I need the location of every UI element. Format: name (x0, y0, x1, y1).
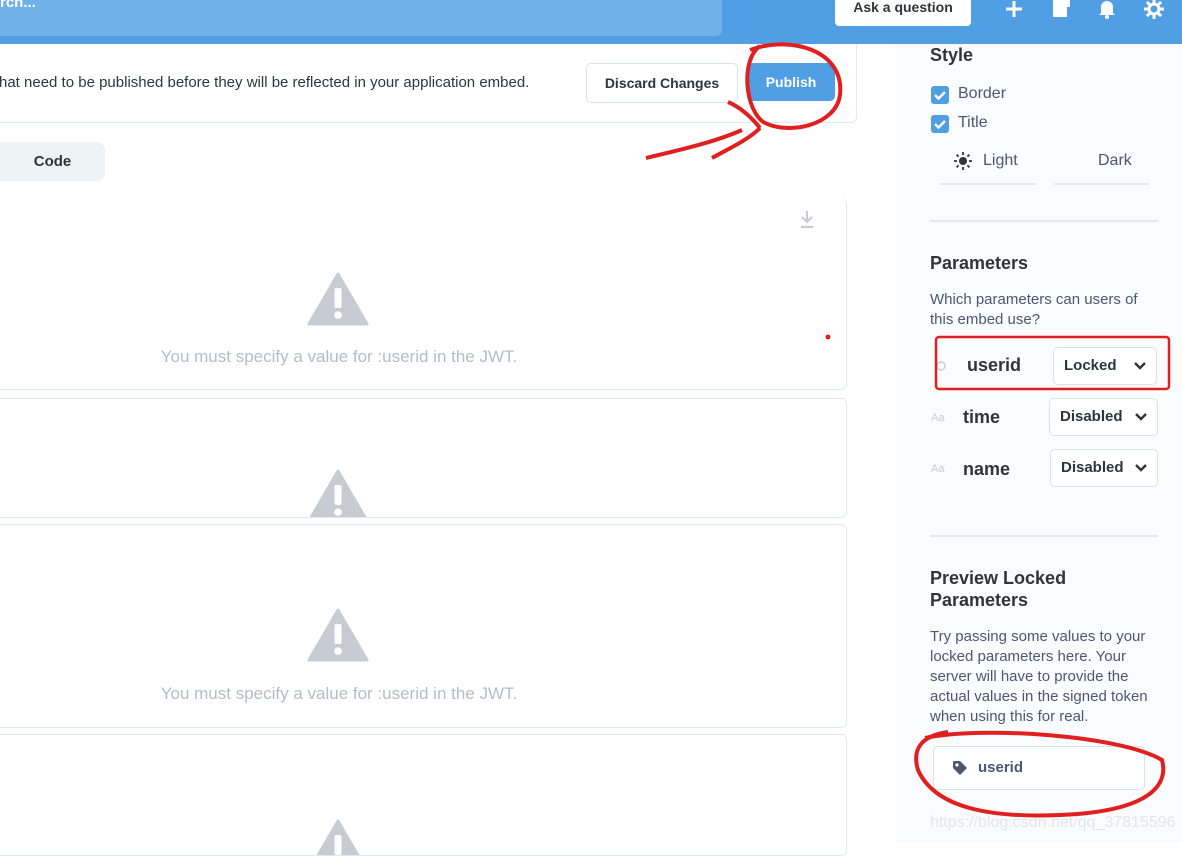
search-input-text: rch... (0, 0, 36, 11)
parameters-description: Which parameters can users of this embed… (930, 291, 1138, 328)
dark-theme-option[interactable]: Dark (1054, 143, 1149, 185)
document-icon[interactable] (1050, 0, 1072, 20)
param-name-userid: userid (967, 355, 1022, 375)
dashboard-card: You must specify a value for :userid in … (0, 198, 847, 390)
light-theme-label: Light (983, 152, 1018, 169)
tag-icon (953, 761, 967, 775)
top-nav-bar: rch... Ask a question (0, 0, 1182, 44)
card-error-message: You must specify a value for :userid in … (160, 347, 518, 366)
section-divider (930, 535, 1158, 537)
preview-userid-input[interactable]: userid (933, 746, 1145, 790)
chevron-down-icon (1135, 464, 1147, 472)
select-value: Locked (1064, 357, 1117, 374)
preview-locked-description: Try passing some values to your locked p… (930, 628, 1148, 725)
param-name-time: time (963, 407, 1001, 427)
parameter-type-icon (936, 361, 946, 371)
dark-theme-label: Dark (1098, 152, 1132, 169)
param-name-name: name (963, 459, 1011, 479)
style-heading: Style (930, 45, 974, 65)
dashboard-card (0, 398, 847, 518)
warning-icon (307, 272, 369, 326)
watermark: https://blog.csdn.net/qq_37815596 (930, 814, 1176, 831)
section-divider (930, 220, 1158, 222)
dashboard-card (0, 734, 847, 856)
download-icon[interactable] (800, 210, 814, 228)
parameters-heading: Parameters (930, 253, 1029, 273)
card-error-message: You must specify a value for :userid in … (160, 684, 518, 703)
banner-message: hat need to be published before they wil… (0, 74, 530, 91)
preview-input-label: userid (978, 759, 1024, 776)
text-type-icon: Aa (931, 463, 945, 475)
bell-icon[interactable] (1096, 0, 1118, 20)
select-value: Disabled (1061, 459, 1124, 476)
light-theme-option[interactable]: Light (940, 143, 1036, 185)
chevron-down-icon (1134, 362, 1146, 370)
warning-icon (309, 469, 367, 517)
preview-locked-heading: Preview Locked Parameters (930, 568, 1067, 610)
param-userid-mode-select[interactable]: Locked (1053, 347, 1157, 385)
border-checkbox-label: Border (958, 85, 1007, 102)
warning-icon (316, 819, 360, 855)
select-value: Disabled (1060, 408, 1123, 425)
param-time-mode-select[interactable]: Disabled (1049, 398, 1158, 436)
warning-icon (307, 608, 369, 662)
sun-icon (954, 152, 972, 170)
moon-icon (1075, 153, 1083, 169)
title-checkbox[interactable] (931, 115, 949, 133)
search-bar[interactable]: rch... (0, 0, 722, 36)
border-checkbox[interactable] (931, 86, 949, 104)
text-type-icon: Aa (931, 412, 945, 424)
gear-icon[interactable] (1143, 0, 1165, 20)
publish-button[interactable]: Publish (747, 63, 835, 101)
chevron-down-icon (1135, 413, 1147, 421)
param-name-mode-select[interactable]: Disabled (1050, 449, 1158, 487)
title-checkbox-label: Title (958, 114, 988, 131)
plus-icon[interactable] (1003, 0, 1025, 20)
ask-question-button[interactable]: Ask a question (835, 0, 971, 26)
tab-code[interactable]: Code (0, 142, 105, 181)
discard-changes-button[interactable]: Discard Changes (586, 63, 738, 103)
dashboard-card: You must specify a value for :userid in … (0, 524, 847, 728)
